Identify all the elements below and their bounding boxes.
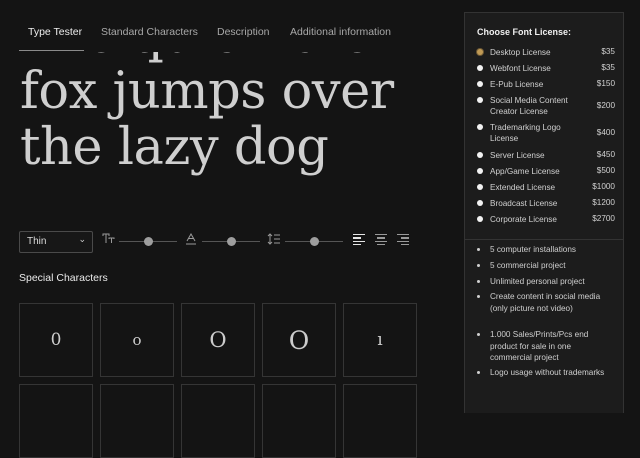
license-name: Corporate License	[490, 215, 557, 224]
license-name: Webfont License	[490, 64, 551, 73]
bullet-icon	[477, 248, 480, 251]
license-price: $150	[596, 79, 615, 88]
license-feature-text: 5 computer installations	[490, 245, 577, 254]
letter-spacing-slider[interactable]	[202, 237, 260, 246]
license-feature-text: Create content in social media (only pic…	[490, 292, 601, 313]
bullet-icon	[477, 264, 480, 267]
type-tester-text[interactable]: The quick brown fox jumps over the lazy …	[20, 52, 448, 176]
radio-icon[interactable]	[477, 152, 483, 158]
radio-icon[interactable]	[477, 168, 483, 174]
font-weight-select[interactable]: Thin ⌄	[19, 231, 93, 253]
align-left-icon[interactable]	[353, 234, 365, 246]
license-name: Server License	[490, 151, 545, 160]
tester-line: fox jumps over	[20, 62, 394, 121]
license-feature-text: 5 commercial project	[490, 261, 566, 270]
bullet-icon	[477, 371, 480, 374]
radio-icon[interactable]	[477, 65, 483, 71]
glyph-cell[interactable]	[100, 384, 174, 458]
license-name: Broadcast License	[490, 199, 558, 208]
align-center-icon[interactable]	[375, 234, 387, 246]
panel-divider	[465, 239, 623, 240]
license-name: E-Pub License	[490, 80, 544, 89]
glyph-cell[interactable]	[19, 384, 93, 458]
radio-icon[interactable]	[477, 200, 483, 206]
license-feature-text: Logo usage without trademarks	[490, 368, 605, 377]
license-name: Social Media Content Creator License	[490, 96, 568, 116]
glyph-cell[interactable]: O	[181, 303, 255, 377]
glyph-cell[interactable]	[181, 384, 255, 458]
letter-spacing-slider-handle[interactable]	[226, 237, 236, 246]
font-size-icon	[102, 233, 115, 247]
radio-icon[interactable]	[477, 97, 483, 103]
glyph-cell[interactable]: 0	[19, 303, 93, 377]
license-panel-title: Choose Font License:	[477, 27, 572, 37]
tester-controls: Thin ⌄	[19, 231, 414, 253]
glyph-cell[interactable]: O	[262, 303, 336, 377]
license-price: $1200	[592, 198, 615, 207]
font-size-slider-handle[interactable]	[143, 237, 153, 246]
glyph-cell[interactable]	[343, 384, 417, 458]
license-name: Trademarking Logo License	[490, 123, 561, 143]
radio-icon[interactable]	[477, 184, 483, 190]
special-characters-heading: Special Characters	[19, 272, 108, 284]
bullet-icon	[477, 280, 480, 283]
radio-icon[interactable]	[477, 81, 483, 87]
bullet-icon	[477, 295, 480, 298]
align-right-icon[interactable]	[397, 234, 409, 246]
license-name: App/Game License	[490, 167, 560, 176]
active-tab-indicator	[19, 50, 84, 51]
license-price: $200	[596, 101, 615, 110]
chevron-down-icon: ⌄	[78, 234, 86, 244]
glyph-cell[interactable]	[262, 384, 336, 458]
line-height-slider[interactable]	[285, 237, 343, 246]
license-price: $35	[601, 47, 615, 56]
radio-selected-icon[interactable]	[477, 49, 483, 55]
license-price: $500	[596, 166, 615, 175]
line-height-icon	[267, 233, 281, 248]
tab-additional-information[interactable]: Additional information	[290, 26, 391, 38]
font-weight-value: Thin	[27, 236, 47, 247]
font-size-slider[interactable]	[119, 237, 177, 246]
line-height-slider-handle[interactable]	[309, 237, 319, 246]
license-price: $2700	[592, 214, 615, 223]
radio-icon[interactable]	[477, 124, 483, 130]
license-panel: Choose Font License: Desktop License $35…	[464, 12, 624, 413]
tab-description[interactable]: Description	[217, 26, 270, 38]
license-feature-text: 1.000 Sales/Prints/Pcs end product for s…	[490, 330, 589, 362]
license-price: $450	[596, 150, 615, 159]
radio-icon[interactable]	[477, 216, 483, 222]
glyph-cell[interactable]: o	[100, 303, 174, 377]
license-price: $1000	[592, 182, 615, 191]
letter-spacing-icon	[185, 232, 197, 248]
tester-line: the lazy dog	[20, 118, 329, 177]
tab-standard-characters[interactable]: Standard Characters	[101, 26, 198, 38]
license-price: $400	[596, 128, 615, 137]
license-price: $35	[601, 63, 615, 72]
license-name: Extended License	[490, 183, 556, 192]
license-feature-text: Unlimited personal project	[490, 277, 585, 286]
bullet-icon	[477, 333, 480, 336]
type-tester-preview[interactable]: The quick brown fox jumps over the lazy …	[18, 52, 448, 202]
product-tabs: Type Tester Standard Characters Descript…	[0, 0, 450, 52]
license-name: Desktop License	[490, 48, 551, 57]
tab-type-tester[interactable]: Type Tester	[28, 26, 82, 38]
glyph-cell[interactable]: ı	[343, 303, 417, 377]
